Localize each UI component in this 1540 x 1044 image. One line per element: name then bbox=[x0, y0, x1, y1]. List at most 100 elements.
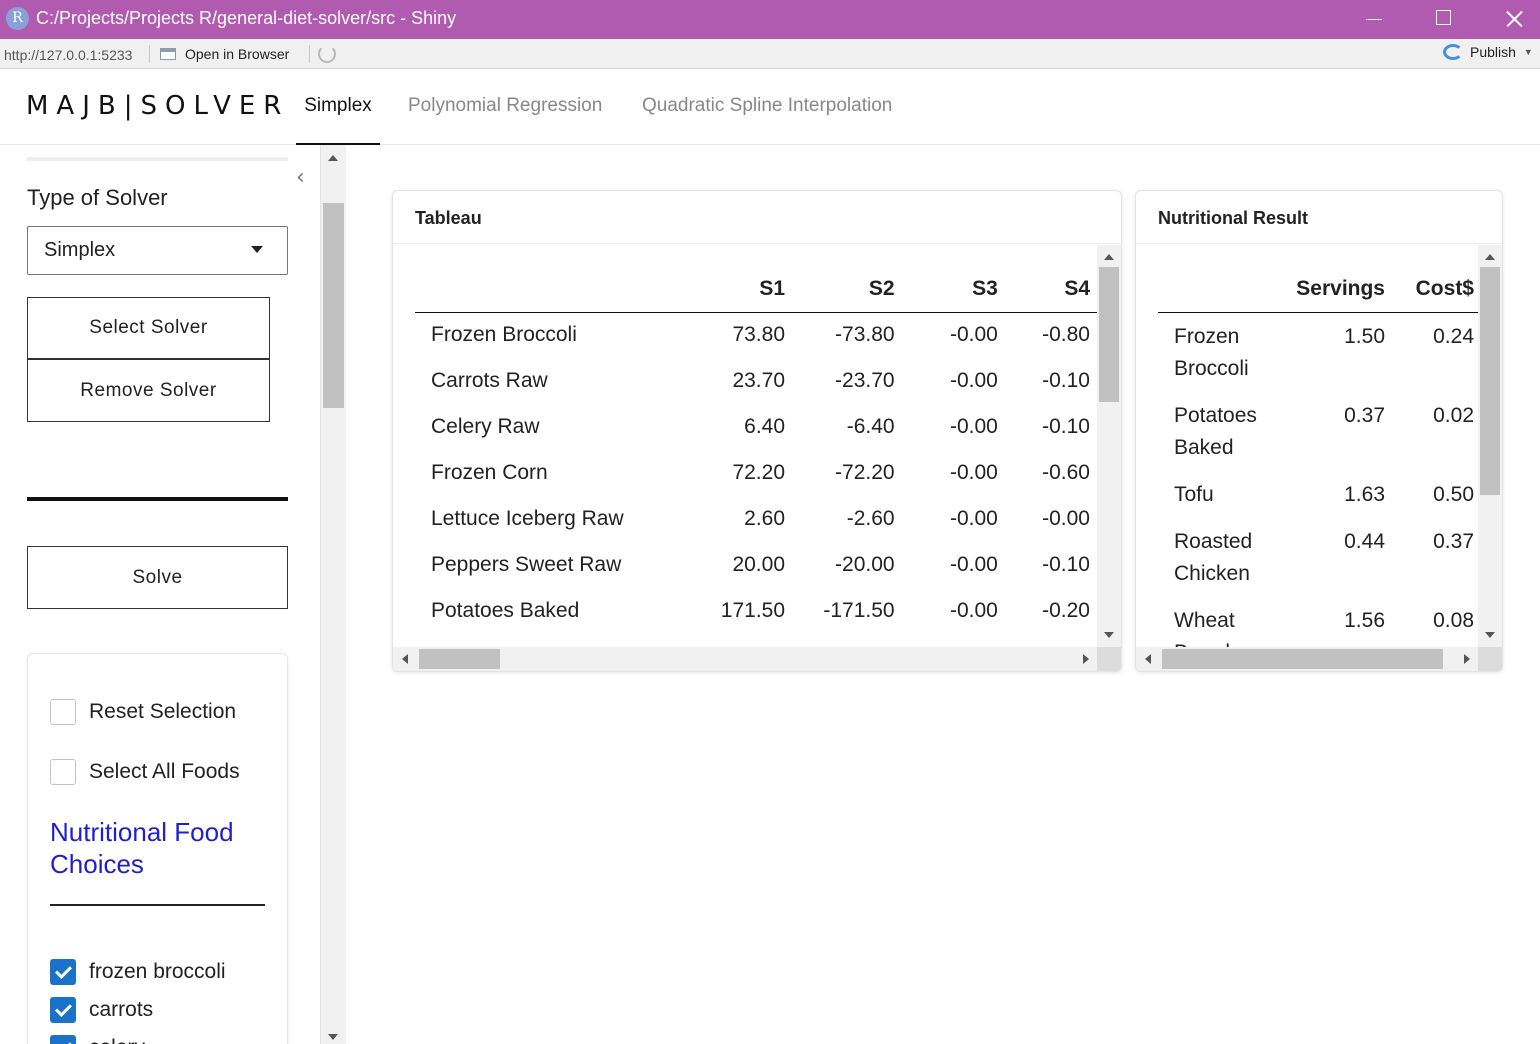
minimize-button[interactable] bbox=[1344, 0, 1404, 39]
tableau-title: Tableau bbox=[393, 191, 1121, 244]
table-cell: -20.00 bbox=[835, 553, 895, 576]
table-cell: -0.00 bbox=[949, 369, 998, 392]
table-cell: -73.80 bbox=[835, 323, 895, 347]
maximize-button[interactable] bbox=[1413, 0, 1473, 39]
row-label-cell: Potatoes Baked bbox=[431, 599, 580, 622]
food-item-frozen-broccoli[interactable]: frozen broccoli bbox=[50, 959, 226, 985]
column-header: Servings bbox=[1284, 267, 1389, 313]
chevron-down-icon[interactable]: ▼ bbox=[1524, 47, 1533, 57]
table-cell: 0.02 bbox=[1433, 403, 1474, 427]
food-item-label: carrots bbox=[89, 998, 154, 1021]
scrollbar-thumb[interactable] bbox=[1099, 267, 1119, 402]
chevron-down-icon bbox=[251, 246, 263, 253]
select-solver-button[interactable]: Select Solver bbox=[27, 297, 270, 359]
scroll-down-icon[interactable] bbox=[1104, 632, 1114, 638]
table-row: Potatoes Baked 171.50 -171.50 -0.00 -0.20 bbox=[415, 588, 1097, 634]
table-cell: -171.50 bbox=[823, 599, 895, 622]
app-navbar: MAJB|SOLVER Simplex Polynomial Regressio… bbox=[0, 69, 1540, 145]
checkbox-checked[interactable] bbox=[50, 997, 76, 1023]
sidebar-divider bbox=[27, 497, 288, 501]
tab-simplex[interactable]: Simplex bbox=[296, 69, 380, 145]
solver-type-select[interactable]: Simplex bbox=[27, 226, 288, 275]
table-cell: -72.20 bbox=[835, 461, 895, 484]
tableau-vertical-scrollbar[interactable] bbox=[1097, 245, 1121, 647]
tableau-horizontal-scrollbar[interactable] bbox=[393, 647, 1097, 671]
publish-button[interactable]: Publish ▼ bbox=[1443, 44, 1533, 60]
column-header: S2 bbox=[792, 267, 902, 313]
table-cell: 2.60 bbox=[744, 507, 786, 530]
toolbar-divider bbox=[149, 45, 150, 63]
table-cell: -6.40 bbox=[846, 415, 895, 438]
solve-button[interactable]: Solve bbox=[27, 546, 288, 609]
table-cell: 0.44 bbox=[1344, 529, 1385, 553]
nutritional-table-viewport: Servings Cost$ Frozen Broccoli 1.50 0.24 Po… bbox=[1136, 245, 1478, 647]
table-row: Potatoes Baked 0.37 0.02 bbox=[1158, 392, 1478, 471]
close-window-button[interactable] bbox=[1484, 0, 1540, 39]
table-cell: -0.80 bbox=[1042, 323, 1090, 347]
table-row: Carrots Raw 23.70 -23.70 -0.00 -0.10 bbox=[415, 358, 1097, 404]
scroll-down-icon[interactable] bbox=[1485, 632, 1495, 638]
row-label-cell: Celery Raw bbox=[431, 415, 540, 438]
nutritional-result-card: Nutritional Result Servings Cost$ Frozen… bbox=[1135, 190, 1503, 672]
table-cell: -0.10 bbox=[1042, 415, 1090, 438]
tab-polynomial-regression[interactable]: Polynomial Regression bbox=[402, 69, 608, 145]
scroll-up-icon[interactable] bbox=[1104, 254, 1114, 260]
scroll-up-icon[interactable] bbox=[328, 155, 338, 161]
checkbox-checked[interactable] bbox=[50, 959, 76, 985]
collapse-sidebar-icon[interactable]: ‹ bbox=[296, 167, 312, 189]
scroll-right-icon[interactable] bbox=[1464, 654, 1470, 664]
refresh-icon[interactable] bbox=[318, 45, 336, 63]
table-cell: 72.20 bbox=[732, 461, 786, 484]
sidebar-scrollbar[interactable] bbox=[320, 145, 346, 1044]
toolbar-divider bbox=[309, 45, 310, 63]
food-item-carrots[interactable]: carrots bbox=[50, 997, 153, 1023]
scrollbar-corner bbox=[1478, 647, 1502, 671]
scroll-down-icon[interactable] bbox=[328, 1034, 338, 1040]
table-cell: 6.40 bbox=[744, 415, 786, 438]
url-label[interactable]: http://127.0.0.1:5233 bbox=[4, 47, 132, 63]
scrollbar-thumb[interactable] bbox=[323, 203, 344, 408]
table-cell: -0.20 bbox=[1042, 599, 1090, 622]
nutritional-horizontal-scrollbar[interactable] bbox=[1136, 647, 1478, 671]
tableau-table: S1 S2 S3 S4 Frozen Broccoli 73.80 -73.80 -0… bbox=[415, 267, 1097, 634]
select-all-foods-checkbox[interactable]: Select All Foods bbox=[50, 759, 240, 785]
checkbox-checked[interactable] bbox=[50, 1035, 76, 1044]
minimize-icon bbox=[1366, 19, 1382, 20]
table-cell: 0.50 bbox=[1433, 482, 1474, 506]
table-header-row: S1 S2 S3 S4 bbox=[415, 267, 1097, 313]
row-label-cell: Tofu bbox=[1174, 482, 1214, 506]
table-cell: -0.00 bbox=[949, 599, 998, 622]
scrollbar-thumb[interactable] bbox=[1162, 649, 1443, 669]
table-cell: -0.00 bbox=[949, 323, 998, 347]
open-in-browser-button[interactable]: Open in Browser bbox=[160, 44, 289, 64]
scroll-left-icon[interactable] bbox=[402, 654, 408, 664]
row-label-cell: Lettuce Iceberg Raw bbox=[431, 507, 624, 530]
sidebar: Type of Solver Simplex Select Solver Rem… bbox=[0, 145, 320, 1044]
row-label-cell: Wheat Bread bbox=[1174, 608, 1235, 648]
table-cell: -0.60 bbox=[1042, 461, 1090, 484]
table-cell: -23.70 bbox=[835, 369, 895, 392]
remove-solver-button[interactable]: Remove Solver bbox=[27, 359, 270, 422]
scrollbar-thumb[interactable] bbox=[1480, 267, 1500, 495]
select-all-foods-label: Select All Foods bbox=[89, 760, 240, 783]
scroll-right-icon[interactable] bbox=[1083, 654, 1089, 664]
scrollbar-thumb[interactable] bbox=[419, 649, 500, 669]
table-row: Frozen Corn 72.20 -72.20 -0.00 -0.60 bbox=[415, 450, 1097, 496]
table-cell: -0.00 bbox=[949, 461, 998, 484]
row-label-cell: Peppers Sweet Raw bbox=[431, 553, 622, 576]
nutritional-vertical-scrollbar[interactable] bbox=[1478, 245, 1502, 647]
table-cell: -0.00 bbox=[949, 553, 998, 576]
table-row: Tofu 1.63 0.50 bbox=[1158, 471, 1478, 518]
reset-selection-checkbox[interactable]: Reset Selection bbox=[50, 699, 236, 725]
checkbox-unchecked[interactable] bbox=[50, 759, 76, 785]
food-item-label: celery bbox=[89, 1036, 145, 1044]
tab-quadratic-spline-interpolation[interactable]: Quadratic Spline Interpolation bbox=[636, 69, 898, 145]
food-item-celery[interactable]: celery bbox=[50, 1035, 145, 1044]
food-selection-card: Reset Selection Select All Foods Nutriti… bbox=[27, 653, 288, 1044]
table-cell: -0.00 bbox=[1042, 507, 1090, 530]
column-header: Cost$ bbox=[1389, 267, 1478, 313]
scroll-left-icon[interactable] bbox=[1145, 654, 1151, 664]
scroll-up-icon[interactable] bbox=[1485, 254, 1495, 260]
checkbox-unchecked[interactable] bbox=[50, 699, 76, 725]
table-row: Lettuce Iceberg Raw 2.60 -2.60 -0.00 -0.00 bbox=[415, 496, 1097, 542]
